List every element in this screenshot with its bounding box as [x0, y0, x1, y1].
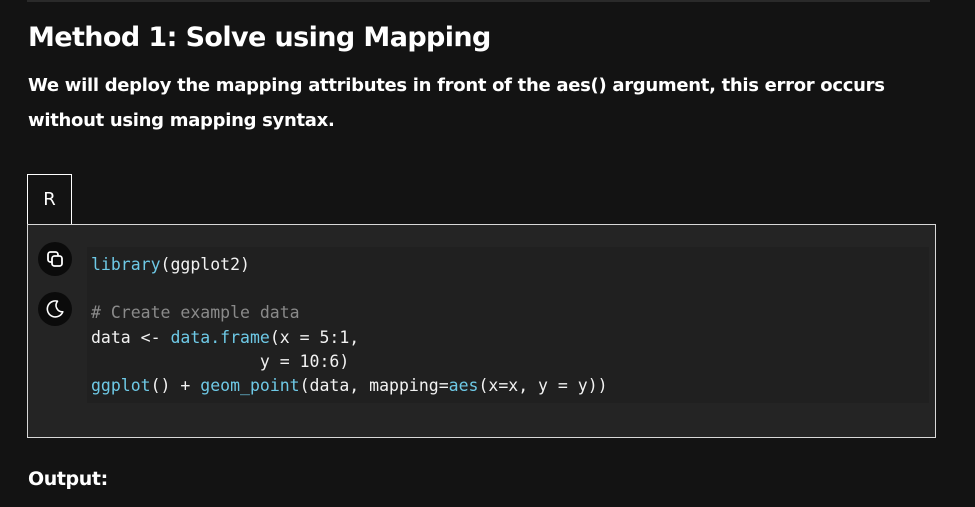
code-token: (ggplot2) — [160, 255, 250, 274]
section-heading: Method 1: Solve using Mapping — [28, 22, 491, 53]
article-page: Method 1: Solve using Mapping We will de… — [0, 0, 975, 507]
copy-button[interactable] — [38, 242, 72, 276]
output-label: Output: — [28, 468, 108, 490]
tab-language-r[interactable]: R — [27, 174, 72, 224]
code-token: data.frame — [170, 327, 270, 347]
code-token: (x = 5:1, — [269, 327, 360, 347]
code-token: ggplot — [91, 376, 151, 396]
code-token: aes — [448, 376, 479, 396]
moon-icon — [46, 300, 64, 318]
code-token: (x=x, y = y)) — [478, 376, 608, 396]
code-token: library — [91, 255, 161, 274]
code-block: library(ggplot2) # Create example data d… — [27, 224, 936, 438]
code-token: () + — [150, 376, 201, 396]
section-paragraph: We will deploy the mapping attributes in… — [28, 75, 885, 131]
code-token: (data, mapping= — [299, 376, 449, 396]
code-token: y = 10:6) — [91, 351, 350, 371]
code-token: geom_point — [200, 376, 300, 396]
copy-icon — [47, 251, 63, 267]
top-divider — [27, 0, 930, 2]
code-text: library(ggplot2) # Create example data d… — [91, 253, 608, 398]
code-comment: # Create example data — [91, 303, 300, 323]
theme-toggle-button[interactable] — [38, 292, 72, 326]
code-area: library(ggplot2) # Create example data d… — [87, 247, 929, 403]
code-token: data <- — [91, 327, 171, 347]
